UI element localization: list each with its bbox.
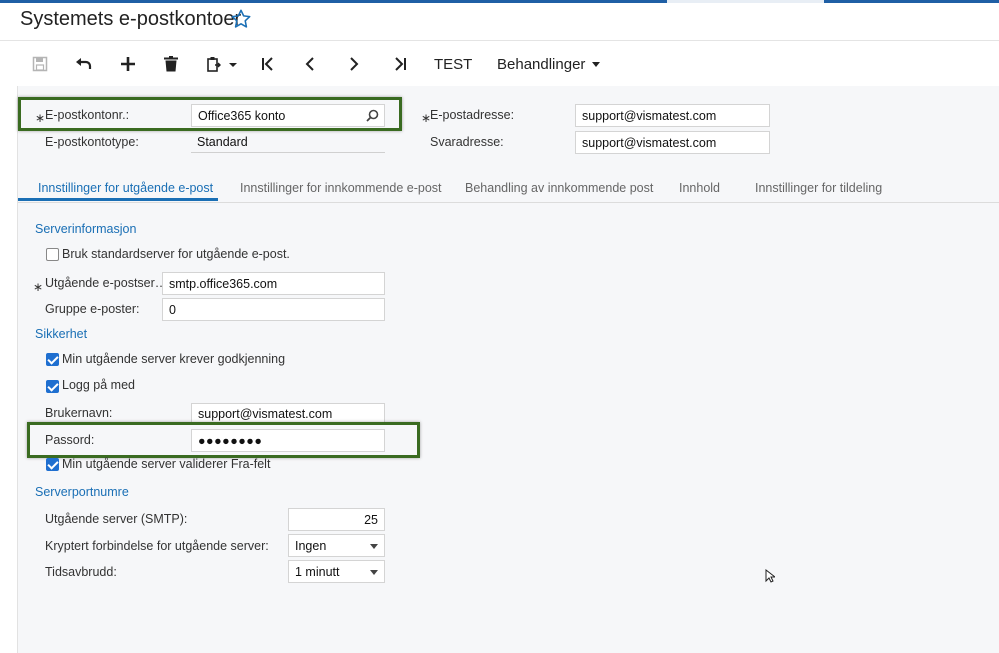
required-marker: ∗ [33, 280, 44, 294]
login-with-checkbox[interactable] [46, 380, 59, 393]
smtp-port-field[interactable]: 25 [288, 508, 385, 531]
server-ports-heading: Serverportnumre [35, 485, 129, 499]
reply-address-label: Svaradresse: [430, 135, 504, 149]
require-auth-label: Min utgående server krever godkjenning [62, 352, 286, 366]
timeout-value: 1 minutt [295, 564, 340, 579]
password-highlight-box [27, 422, 420, 458]
clipboard-menu-icon[interactable] [205, 51, 239, 77]
encryption-label: Kryptert forbindelse for utgående server… [45, 539, 269, 553]
tab-content[interactable]: Innhold [679, 181, 720, 195]
group-emails-field[interactable]: 0 [162, 298, 385, 321]
last-record-icon[interactable] [390, 51, 410, 77]
form-panel [17, 86, 999, 653]
username-label: Brukernavn: [45, 406, 113, 420]
login-with-label: Logg på med [62, 378, 135, 392]
timeout-select[interactable]: 1 minutt [288, 560, 385, 583]
smtp-port-label: Utgående server (SMTP): [45, 512, 188, 526]
require-auth-checkbox[interactable] [46, 353, 59, 366]
undo-icon[interactable] [74, 51, 94, 77]
tab-incoming-processing[interactable]: Behandling av innkommende post [465, 181, 653, 195]
top-accent-bar [0, 0, 999, 3]
timeout-label: Tidsavbrudd: [45, 565, 117, 579]
server-info-heading: Serverinformasjon [35, 222, 137, 236]
actions-menu-button[interactable]: Behandlinger [497, 51, 601, 77]
previous-record-icon[interactable] [300, 51, 320, 77]
next-record-icon[interactable] [344, 51, 364, 77]
email-address-field[interactable]: support@vismatest.com [575, 104, 770, 127]
favorite-star-icon[interactable] [230, 8, 252, 30]
group-emails-label: Gruppe e-poster: [45, 302, 140, 316]
email-address-label: E-postadresse: [430, 108, 515, 122]
use-default-server-checkbox[interactable] [46, 248, 59, 261]
account-type-label: E-postkontotype: [45, 135, 139, 149]
account-highlight-box [18, 97, 402, 131]
dropdown-arrow-icon [370, 544, 378, 549]
first-record-icon[interactable] [258, 51, 278, 77]
toolbar: TEST Behandlinger [0, 40, 999, 87]
tab-incoming[interactable]: Innstillinger for innkommende e-post [240, 181, 442, 195]
save-icon[interactable] [30, 51, 50, 77]
encryption-select[interactable]: Ingen [288, 534, 385, 557]
mouse-cursor-icon [765, 568, 777, 586]
encryption-value: Ingen [295, 538, 327, 553]
top-tab-marker [667, 0, 824, 3]
test-button[interactable]: TEST [434, 51, 472, 77]
validate-from-label: Min utgående server validerer Fra-felt [62, 457, 271, 471]
dropdown-arrow-icon [370, 570, 378, 575]
page-title: Systemets e-postkontoer [20, 8, 242, 30]
delete-icon[interactable] [161, 51, 181, 77]
chevron-down-icon [592, 61, 601, 67]
add-icon[interactable] [118, 51, 138, 77]
security-heading: Sikkerhet [35, 327, 88, 341]
use-default-server-label: Bruk standardserver for utgående e-post. [62, 247, 290, 261]
reply-address-field[interactable]: support@vismatest.com [575, 131, 770, 154]
validate-from-checkbox[interactable] [46, 458, 59, 471]
actions-menu-label: Behandlinger [497, 55, 586, 73]
outgoing-server-label: Utgående e-postser… [45, 276, 168, 290]
account-type-value: Standard [191, 131, 385, 153]
tab-outgoing[interactable]: Innstillinger for utgående e-post [38, 181, 213, 195]
active-tab-indicator [18, 198, 218, 201]
tab-assignment[interactable]: Innstillinger for tildeling [755, 181, 882, 195]
outgoing-server-field[interactable]: smtp.office365.com [162, 272, 385, 295]
